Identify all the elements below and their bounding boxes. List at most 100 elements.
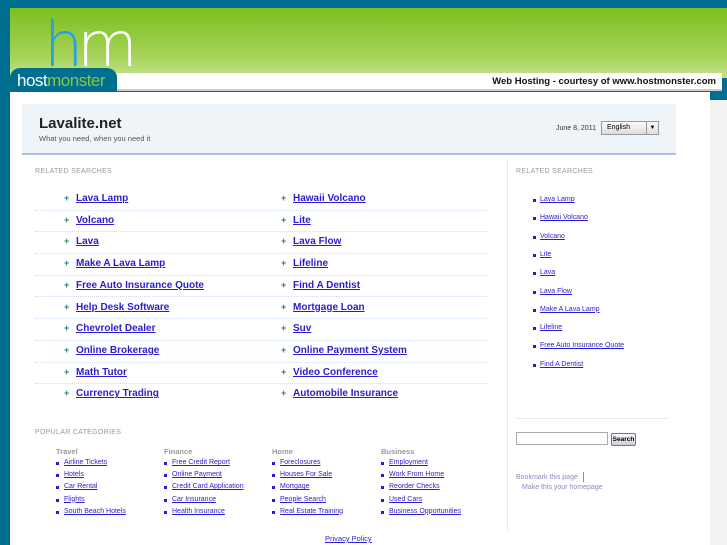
bullet-icon — [533, 199, 536, 202]
category-link[interactable]: Car Insurance — [172, 496, 216, 503]
category-title: Home — [272, 447, 293, 456]
header-banner: hm — [10, 8, 727, 78]
category-link[interactable]: Car Rental — [64, 483, 97, 490]
bullet-icon — [56, 474, 59, 478]
related-link[interactable]: Lite — [293, 215, 311, 226]
bullet-icon — [381, 486, 384, 490]
category-title: Travel — [56, 447, 78, 456]
related-row: + Volcano + Lite — [35, 211, 487, 233]
privacy-policy-link[interactable]: Privacy Policy — [325, 534, 372, 543]
category-link[interactable]: South Beach Hotels — [64, 508, 126, 515]
bullet-icon — [533, 308, 536, 312]
related-link[interactable]: Suv — [293, 323, 311, 334]
courtesy-text[interactable]: Web Hosting - courtesy of www.hostmonste… — [117, 73, 722, 91]
category-link[interactable]: Mortgage — [280, 483, 310, 490]
bullet-icon — [272, 486, 275, 490]
bullet-icon — [164, 498, 167, 502]
bullet-icon — [381, 462, 384, 465]
arrow-icon: + — [281, 301, 287, 312]
category-link[interactable]: Health Insurance — [172, 508, 225, 515]
sidebar-link[interactable]: Volcano — [540, 233, 565, 240]
bullet-icon — [164, 474, 167, 478]
arrow-icon: + — [281, 236, 287, 247]
related-link[interactable]: Online Brokerage — [76, 345, 159, 356]
category-link[interactable]: Credit Card Application — [172, 483, 244, 490]
arrow-icon: + — [64, 214, 70, 225]
category-link[interactable]: Employment — [389, 459, 428, 466]
category-link[interactable]: Flights — [64, 496, 85, 503]
sidebar-link[interactable]: Lava — [540, 269, 555, 276]
arrow-icon: + — [281, 193, 287, 203]
bullet-icon — [164, 462, 167, 465]
hostmonster-tab[interactable]: hostmonster — [10, 68, 117, 92]
category-link[interactable]: Hotels — [64, 471, 84, 478]
arrow-icon: + — [64, 388, 70, 399]
related-link[interactable]: Lava Lamp — [76, 193, 128, 204]
bullet-icon — [533, 235, 536, 239]
arrow-icon: + — [64, 279, 70, 290]
sidebar-link[interactable]: Lava Flow — [540, 288, 572, 295]
bullet-icon — [381, 510, 384, 514]
category-link[interactable]: Online Payment — [172, 471, 222, 478]
category-link[interactable]: Foreclosures — [280, 459, 320, 466]
sidebar-link[interactable]: Make A Lava Lamp — [540, 306, 600, 313]
bullet-icon — [533, 363, 536, 367]
bullet-icon — [533, 290, 536, 294]
related-link[interactable]: Volcano — [76, 215, 114, 226]
arrow-icon: + — [281, 366, 287, 377]
related-link[interactable]: Lava — [76, 236, 99, 247]
search-button[interactable]: Search — [611, 433, 636, 446]
category-link[interactable]: Airline Tickets — [64, 459, 107, 466]
sidebar-link[interactable]: Free Auto Insurance Quote — [540, 342, 624, 349]
homepage-link[interactable]: Make this your homepage — [522, 484, 603, 491]
hostmonster-logo[interactable]: hm — [44, 14, 138, 76]
related-row: + Currency Trading + Automobile Insurance — [35, 384, 487, 406]
category-link[interactable]: Houses For Sale — [280, 471, 332, 478]
category-title: Business — [381, 447, 415, 456]
related-link[interactable]: Free Auto Insurance Quote — [76, 280, 204, 291]
related-link[interactable]: Automobile Insurance — [293, 388, 398, 399]
related-link[interactable]: Lava Flow — [293, 236, 341, 247]
bullet-icon — [56, 510, 59, 514]
category-link[interactable]: Free Credit Report — [172, 459, 230, 466]
related-link[interactable]: Lifeline — [293, 258, 328, 269]
chevron-down-icon[interactable]: ▼ — [646, 122, 658, 134]
related-link[interactable]: Make A Lava Lamp — [76, 258, 165, 269]
sidebar-link[interactable]: Lava Lamp — [540, 196, 575, 203]
related-link[interactable]: Chevrolet Dealer — [76, 323, 155, 334]
arrow-icon: + — [64, 344, 70, 355]
related-link[interactable]: Hawaii Volcano — [293, 193, 366, 204]
category-link[interactable]: Reorder Checks — [389, 483, 440, 490]
language-select[interactable]: English ▼ — [601, 121, 659, 135]
related-link[interactable]: Find A Dentist — [293, 280, 360, 291]
bullet-icon — [533, 217, 536, 221]
arrow-icon: + — [281, 323, 287, 334]
bookmark-link[interactable]: Bookmark this page — [516, 474, 578, 481]
arrow-icon: + — [64, 236, 70, 247]
related-row: + Chevrolet Dealer + Suv — [35, 319, 487, 341]
category-link[interactable]: Work From Home — [389, 471, 444, 478]
related-link[interactable]: Online Payment System — [293, 345, 407, 356]
popular-categories-heading: POPULAR CATEGORIES — [35, 429, 122, 436]
bullet-icon — [381, 498, 384, 502]
related-link[interactable]: Mortgage Loan — [293, 302, 365, 313]
sidebar-link[interactable]: Hawaii Volcano — [540, 214, 588, 221]
related-link[interactable]: Help Desk Software — [76, 302, 169, 313]
date: June 8, 2011 — [556, 125, 596, 132]
related-link[interactable]: Video Conference — [293, 367, 378, 378]
related-link[interactable]: Math Tutor — [76, 367, 127, 378]
page-title: Lavalite.net — [39, 115, 122, 132]
related-link[interactable]: Currency Trading — [76, 388, 159, 399]
sidebar-link[interactable]: Find A Dentist — [540, 361, 583, 368]
bullet-icon — [164, 510, 167, 514]
search-input[interactable] — [516, 432, 608, 445]
sidebar-link[interactable]: Lite — [540, 251, 551, 258]
arrow-icon: + — [64, 366, 70, 377]
category-link[interactable]: People Search — [280, 496, 326, 503]
sidebar-link[interactable]: Lifeline — [540, 324, 562, 331]
related-row: + Free Auto Insurance Quote + Find A Dentis… — [35, 276, 487, 298]
bullet-icon — [533, 272, 536, 276]
category-link[interactable]: Business Opportunities — [389, 508, 461, 515]
category-link[interactable]: Real Estate Training — [280, 508, 343, 515]
category-link[interactable]: Used Cars — [389, 496, 422, 503]
